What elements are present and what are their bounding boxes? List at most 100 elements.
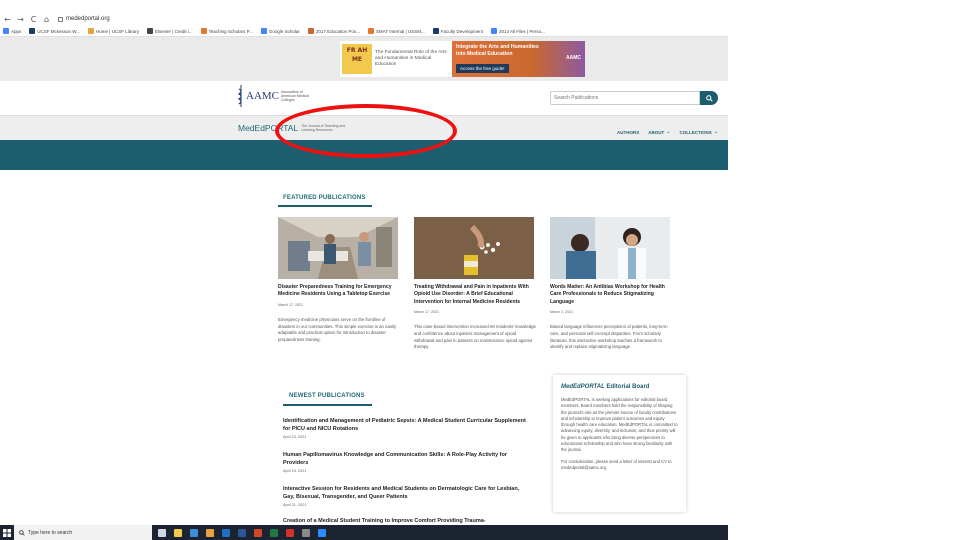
card-image[interactable] — [550, 217, 670, 279]
powerpoint-icon[interactable] — [252, 525, 264, 540]
card-description: This case-based intervention increased I… — [414, 324, 536, 350]
publication-title[interactable]: Human Papillomavirus Knowledge and Commu… — [283, 451, 528, 468]
bookmark-label: 2014 All Files | Perso... — [498, 28, 545, 34]
list-item[interactable]: Identification and Management of Pediatr… — [283, 417, 528, 439]
ad-cta-button[interactable]: Access the free guide! — [456, 64, 509, 73]
excel-icon[interactable] — [268, 525, 280, 540]
featured-card[interactable]: Disaster Preparedness Training for Emerg… — [278, 217, 400, 344]
chrome-icon[interactable] — [204, 525, 216, 540]
aamc-wordmark: AAMC — [246, 90, 280, 102]
card-date: March 17, 2021 — [278, 302, 303, 307]
bookmark-item[interactable]: Apps — [3, 28, 21, 34]
bookmark-item[interactable]: UCSF Mckesson W... — [29, 28, 80, 34]
ad-title: Integrate the Arts and Humanities into M… — [456, 44, 539, 57]
search-icon — [705, 94, 713, 102]
windows-icon — [3, 528, 11, 537]
featured-card[interactable]: Treating Withdrawal and Pain in Inpatien… — [414, 217, 536, 351]
bookmark-favicon-icon — [200, 28, 207, 34]
publication-date: April 23, 2021 — [283, 468, 307, 473]
word-icon[interactable] — [236, 525, 248, 540]
ad-banner[interactable]: FR AH ME The Fundamental Role of the Art… — [340, 41, 585, 77]
internet-explorer-icon[interactable] — [188, 525, 200, 540]
ad-right-panel: Integrate the Arts and Humanities into M… — [452, 41, 585, 77]
outlook-icon[interactable] — [220, 525, 232, 540]
publication-title[interactable]: Identification and Management of Pediatr… — [283, 417, 528, 434]
internet-explorer-icon-glyph — [190, 528, 198, 537]
ad-left-text: The Fundamental Role of the Arts and Hum… — [375, 50, 447, 67]
zoom-icon-glyph — [318, 528, 326, 537]
nav-authors[interactable]: AUTHORS — [617, 130, 639, 135]
card-title[interactable]: Words Matter: An Antibias Workshop for H… — [550, 284, 672, 306]
bookmark-label: Teaching Scholars P... — [208, 28, 253, 34]
reload-icon[interactable]: C — [28, 14, 39, 25]
bookmark-favicon-icon — [260, 28, 267, 34]
forward-icon[interactable]: → — [15, 14, 26, 25]
card-image[interactable] — [414, 217, 534, 279]
acrobat-icon[interactable] — [284, 525, 296, 540]
nav-authors-label: AUTHORS — [617, 129, 640, 135]
bookmark-item[interactable]: SMAT Internal | USSM... — [367, 28, 425, 34]
screenshot: ← → C ⌂ mededportal.org Apps UCSF Mckesso… — [0, 0, 728, 540]
home-icon[interactable]: ⌂ — [41, 14, 52, 25]
list-item[interactable]: Human Papillomavirus Knowledge and Commu… — [283, 451, 528, 473]
search-input[interactable] — [550, 91, 700, 105]
bookmark-favicon-icon — [3, 28, 9, 34]
chevron-down-icon: ⌄ — [713, 129, 718, 135]
publication-date: April 21, 2021 — [283, 502, 307, 507]
hospital-corridor-image — [278, 217, 398, 279]
pills-image — [414, 217, 534, 279]
featured-card[interactable]: Words Matter: An Antibias Workshop for H… — [550, 217, 672, 351]
url-field[interactable]: mededportal.org — [58, 16, 110, 22]
address-bar: ← → C ⌂ mededportal.org — [0, 12, 728, 26]
taskbar-search[interactable]: Type here to search — [14, 525, 152, 540]
bookmark-favicon-icon — [146, 28, 153, 34]
bookmark-item[interactable]: Home | UCSF Library — [88, 28, 139, 34]
snipping-icon[interactable] — [300, 525, 312, 540]
nav-collections[interactable]: COLLECTIONS ⌄ — [679, 129, 717, 135]
board-text: MedEdPORTAL is seeking applications for … — [561, 397, 678, 453]
lock-icon — [58, 16, 63, 22]
search-button[interactable] — [700, 91, 718, 105]
acrobat-icon-glyph — [286, 528, 294, 537]
card-image[interactable] — [278, 217, 398, 279]
featured-underline — [278, 205, 372, 207]
bookmark-label: Elsevier | Credit i... — [154, 28, 193, 34]
bookmark-item[interactable]: 2017 Education Pos... — [307, 28, 360, 34]
bookmark-item[interactable]: Google Scholar — [260, 28, 300, 34]
aamc-logo[interactable]: AAMC Association of American Medical Col… — [238, 85, 311, 107]
taskbar-search-placeholder: Type here to search — [28, 529, 73, 536]
bookmark-label: Home | UCSF Library — [96, 28, 139, 34]
ad-left-panel: FR AH ME The Fundamental Role of the Art… — [340, 41, 452, 77]
chrome-icon-glyph — [206, 528, 214, 537]
chevron-down-icon: ⌄ — [666, 129, 671, 135]
back-icon[interactable]: ← — [2, 14, 13, 25]
card-title[interactable]: Treating Withdrawal and Pain in Inpatien… — [414, 284, 536, 306]
top-nav: AUTHORS ABOUT ⌄ COLLECTIONS ⌄ — [617, 129, 718, 135]
board-title-rest: Editorial Board — [604, 384, 650, 390]
list-item[interactable]: Interactive Session for Residents and Me… — [283, 485, 528, 507]
word-icon-glyph — [238, 528, 246, 537]
task-view-icon[interactable] — [156, 525, 168, 540]
bookmark-label: Google Scholar — [268, 28, 300, 34]
bookmark-favicon-icon — [307, 28, 314, 34]
bookmark-favicon-icon — [88, 28, 95, 34]
url-text[interactable]: mededportal.org — [66, 16, 110, 22]
card-title[interactable]: Disaster Preparedness Training for Emerg… — [278, 284, 400, 299]
doctor-patient-image — [550, 217, 670, 279]
bookmark-label: Apps — [11, 28, 22, 34]
card-description: Biased language influences perceptions o… — [550, 324, 668, 350]
nav-about[interactable]: ABOUT ⌄ — [648, 129, 670, 135]
zoom-icon[interactable] — [316, 525, 328, 540]
publication-title[interactable]: Interactive Session for Residents and Me… — [283, 485, 528, 502]
bookmark-label: 2017 Education Pos... — [315, 28, 360, 34]
bookmark-item[interactable]: Teaching Scholars P... — [200, 28, 253, 34]
file-explorer-icon[interactable] — [172, 525, 184, 540]
bookmark-favicon-icon — [490, 28, 497, 34]
featured-heading: FEATURED PUBLICATIONS — [283, 195, 366, 201]
bookmark-item[interactable]: 2014 All Files | Perso... — [490, 28, 545, 34]
bookmark-item[interactable]: Elsevier | Credit i... — [146, 28, 193, 34]
frahme-logo: FR AH ME — [342, 44, 372, 74]
bookmark-item[interactable]: Faculty Development — [432, 28, 483, 34]
start-button[interactable] — [0, 525, 14, 540]
board-title-journal: MedEdPORTAL — [561, 384, 605, 390]
